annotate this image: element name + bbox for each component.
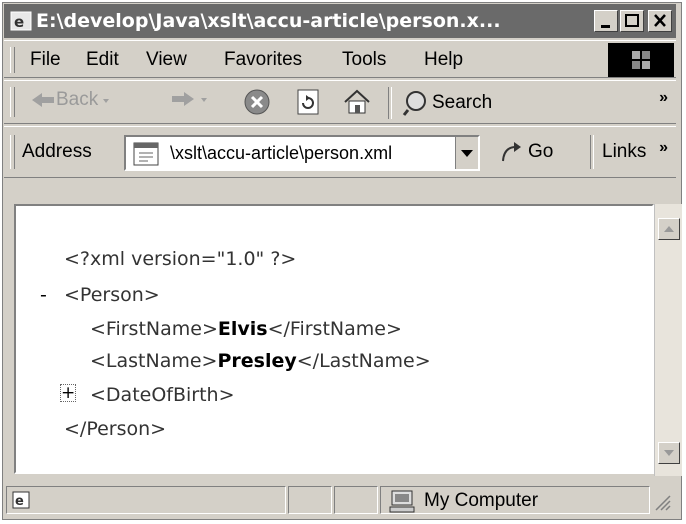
minimize-button[interactable] bbox=[594, 10, 618, 32]
search-label: Search bbox=[432, 92, 493, 113]
ie-icon: e bbox=[10, 11, 32, 31]
dateofbirth-tag: <DateOfBirth> bbox=[90, 384, 235, 406]
status-pane-3 bbox=[334, 486, 378, 514]
scroll-down-button[interactable] bbox=[658, 442, 680, 464]
firstname-element: <FirstName>Elvis</FirstName> bbox=[90, 318, 402, 340]
back-arrow-icon bbox=[32, 93, 54, 107]
standard-toolbar: Back Search » bbox=[4, 80, 676, 124]
go-label: Go bbox=[528, 141, 554, 162]
firstname-open-tag: <FirstName> bbox=[90, 318, 218, 340]
lastname-close-tag: </LastName> bbox=[296, 350, 431, 372]
lastname-value: Presley bbox=[217, 350, 297, 372]
search-button[interactable]: Search bbox=[402, 89, 492, 117]
back-label: Back bbox=[56, 89, 99, 110]
windows-logo bbox=[608, 43, 674, 77]
zone-label: My Computer bbox=[424, 490, 539, 511]
toolbar-grip[interactable] bbox=[10, 87, 15, 117]
xml-document-icon bbox=[133, 142, 159, 166]
address-grip[interactable] bbox=[10, 135, 15, 169]
go-arrow-icon bbox=[502, 142, 521, 162]
address-value: \xslt\accu-article\person.xml bbox=[170, 143, 393, 163]
page-status-icon: e bbox=[12, 491, 30, 509]
computer-icon bbox=[389, 490, 415, 513]
search-icon bbox=[402, 91, 426, 116]
links-button[interactable]: Links bbox=[602, 141, 646, 163]
firstname-value: Elvis bbox=[217, 318, 268, 340]
close-button[interactable] bbox=[648, 10, 672, 32]
close-icon bbox=[654, 14, 666, 27]
chevron-down-icon bbox=[201, 98, 207, 102]
status-bar: e My Computer bbox=[4, 484, 676, 518]
toolbar-overflow-chevron[interactable]: » bbox=[659, 89, 668, 107]
status-text-pane: e bbox=[6, 486, 286, 514]
title-bar[interactable]: e E:\develop\Java\xslt\accu-article\pers… bbox=[4, 4, 676, 38]
svg-text:e: e bbox=[15, 494, 24, 509]
links-overflow-chevron[interactable]: » bbox=[659, 139, 668, 157]
maximize-button[interactable] bbox=[620, 10, 644, 32]
toolbar-separator bbox=[388, 87, 392, 119]
minimize-icon bbox=[601, 25, 610, 28]
back-button[interactable]: Back bbox=[30, 89, 114, 111]
forward-button[interactable] bbox=[170, 89, 212, 109]
menu-edit[interactable]: Edit bbox=[86, 49, 119, 71]
menu-bar: File Edit View Favorites Tools Help bbox=[4, 40, 676, 78]
address-bar: Address \xslt\accu-article\person.xml Go… bbox=[4, 126, 676, 178]
status-pane-2 bbox=[288, 486, 332, 514]
expand-toggle[interactable]: + bbox=[60, 384, 76, 402]
menu-grip[interactable] bbox=[10, 47, 15, 73]
go-button[interactable]: Go bbox=[498, 139, 553, 165]
scroll-up-button[interactable] bbox=[658, 218, 680, 240]
menu-help[interactable]: Help bbox=[424, 49, 463, 71]
menu-view[interactable]: View bbox=[146, 49, 187, 71]
address-input[interactable]: \xslt\accu-article\person.xml bbox=[124, 135, 480, 171]
forward-arrow-icon bbox=[172, 92, 194, 106]
window-title: E:\develop\Java\xslt\accu-article\person… bbox=[36, 10, 501, 32]
firstname-close-tag: </FirstName> bbox=[267, 318, 402, 340]
chevron-down-icon bbox=[103, 99, 110, 103]
person-open-tag: <Person> bbox=[64, 284, 160, 306]
refresh-icon bbox=[297, 89, 319, 115]
menu-tools[interactable]: Tools bbox=[342, 49, 386, 71]
stop-icon bbox=[244, 89, 270, 115]
chevron-up-icon bbox=[664, 226, 674, 232]
address-dropdown[interactable] bbox=[455, 137, 478, 169]
svg-text:e: e bbox=[14, 13, 24, 31]
maximize-icon bbox=[625, 14, 639, 27]
person-close-tag: </Person> bbox=[64, 418, 167, 440]
xml-declaration: <?xml version="1.0" ?> bbox=[64, 248, 297, 270]
links-separator bbox=[590, 135, 594, 169]
chevron-down-icon bbox=[461, 150, 473, 157]
lastname-open-tag: <LastName> bbox=[90, 350, 218, 372]
stop-button[interactable] bbox=[242, 87, 272, 117]
menu-file[interactable]: File bbox=[30, 49, 61, 71]
chevron-down-icon bbox=[664, 450, 674, 456]
windows-flag-icon bbox=[632, 51, 650, 69]
vertical-scrollbar[interactable] bbox=[654, 204, 682, 476]
menu-favorites[interactable]: Favorites bbox=[224, 49, 302, 71]
home-icon bbox=[344, 89, 370, 114]
resize-grip-icon[interactable] bbox=[652, 492, 672, 512]
home-button[interactable] bbox=[342, 87, 372, 117]
lastname-element: <LastName>Presley</LastName> bbox=[90, 350, 431, 372]
collapse-toggle[interactable]: - bbox=[40, 284, 47, 306]
address-label: Address bbox=[22, 141, 92, 162]
refresh-button[interactable] bbox=[294, 87, 322, 117]
